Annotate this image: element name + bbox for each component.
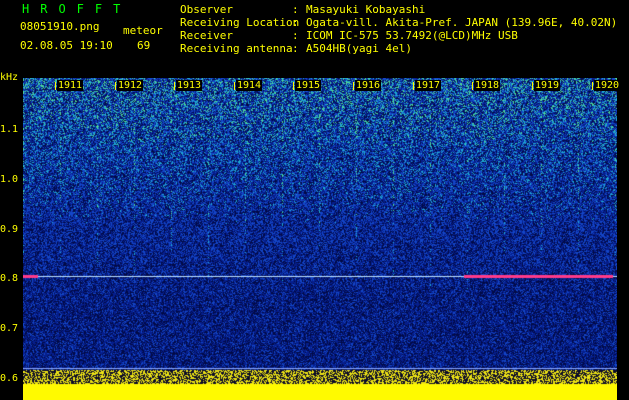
y-tick-label: 1.1 bbox=[0, 124, 19, 135]
app-title: HROFFT bbox=[22, 2, 132, 16]
info-key: Receiving Location bbox=[180, 16, 300, 29]
hour-tick bbox=[472, 82, 473, 90]
hour-label: 1919 bbox=[534, 80, 561, 91]
hour-tick bbox=[592, 82, 593, 90]
y-tick-label: 0.8 bbox=[0, 273, 19, 284]
hour-tick bbox=[293, 82, 294, 90]
hour-label: 1918 bbox=[474, 80, 501, 91]
info-separator: : bbox=[292, 42, 299, 55]
info-value: ICOM IC-575 53.7492(@LCD)MHz USB bbox=[306, 29, 518, 42]
y-tick-label: 0.6 bbox=[0, 373, 19, 384]
file-name: 08051910.png bbox=[20, 20, 100, 33]
hour-label: 1914 bbox=[236, 80, 263, 91]
hour-label: 1912 bbox=[117, 80, 144, 91]
hour-tick bbox=[353, 82, 354, 90]
info-antenna: Receiving antenna: A504HB(yagi 4el) bbox=[180, 42, 412, 55]
meteor-label: meteor bbox=[123, 24, 163, 37]
info-separator: : bbox=[292, 3, 299, 16]
y-tick-label: 0.9 bbox=[0, 224, 19, 235]
timestamp: 02.08.05 19:10 bbox=[20, 39, 113, 52]
hour-tick bbox=[174, 82, 175, 90]
hour-label: 1917 bbox=[415, 80, 442, 91]
info-receiver: Receiver: ICOM IC-575 53.7492(@LCD)MHz US… bbox=[180, 29, 518, 42]
info-observer: Observer: Masayuki Kobayashi bbox=[180, 3, 425, 16]
y-axis-unit: kHz bbox=[0, 72, 19, 83]
info-key: Observer bbox=[180, 3, 233, 16]
hour-label: 1920 bbox=[594, 80, 621, 91]
hour-tick bbox=[413, 82, 414, 90]
info-value: Masayuki Kobayashi bbox=[306, 3, 426, 16]
info-value: A504HB(yagi 4el) bbox=[306, 42, 412, 55]
hour-tick bbox=[55, 82, 56, 90]
hour-label: 1915 bbox=[295, 80, 322, 91]
hour-tick bbox=[234, 82, 235, 90]
meteor-count: 69 bbox=[137, 39, 151, 52]
hour-tick bbox=[532, 82, 533, 90]
spectrogram bbox=[23, 78, 617, 400]
hour-label: 1913 bbox=[176, 80, 203, 91]
info-location: Receiving Location: Ogata-vill. Akita-Pre… bbox=[180, 16, 617, 29]
hour-label: 1916 bbox=[355, 80, 382, 91]
info-separator: : bbox=[292, 16, 299, 29]
info-key: Receiver bbox=[180, 29, 233, 42]
hour-tick bbox=[115, 82, 116, 90]
y-tick-label: 1.0 bbox=[0, 174, 19, 185]
info-separator: : bbox=[292, 29, 299, 42]
info-key: Receiving antenna bbox=[180, 42, 293, 55]
info-value: Ogata-vill. Akita-Pref. JAPAN (139.96E, … bbox=[306, 16, 618, 29]
header-panel: HROFFT 08051910.png meteor 02.08.05 19:1… bbox=[0, 0, 629, 78]
hour-label: 1911 bbox=[57, 80, 84, 91]
y-tick-label: 0.7 bbox=[0, 323, 19, 334]
